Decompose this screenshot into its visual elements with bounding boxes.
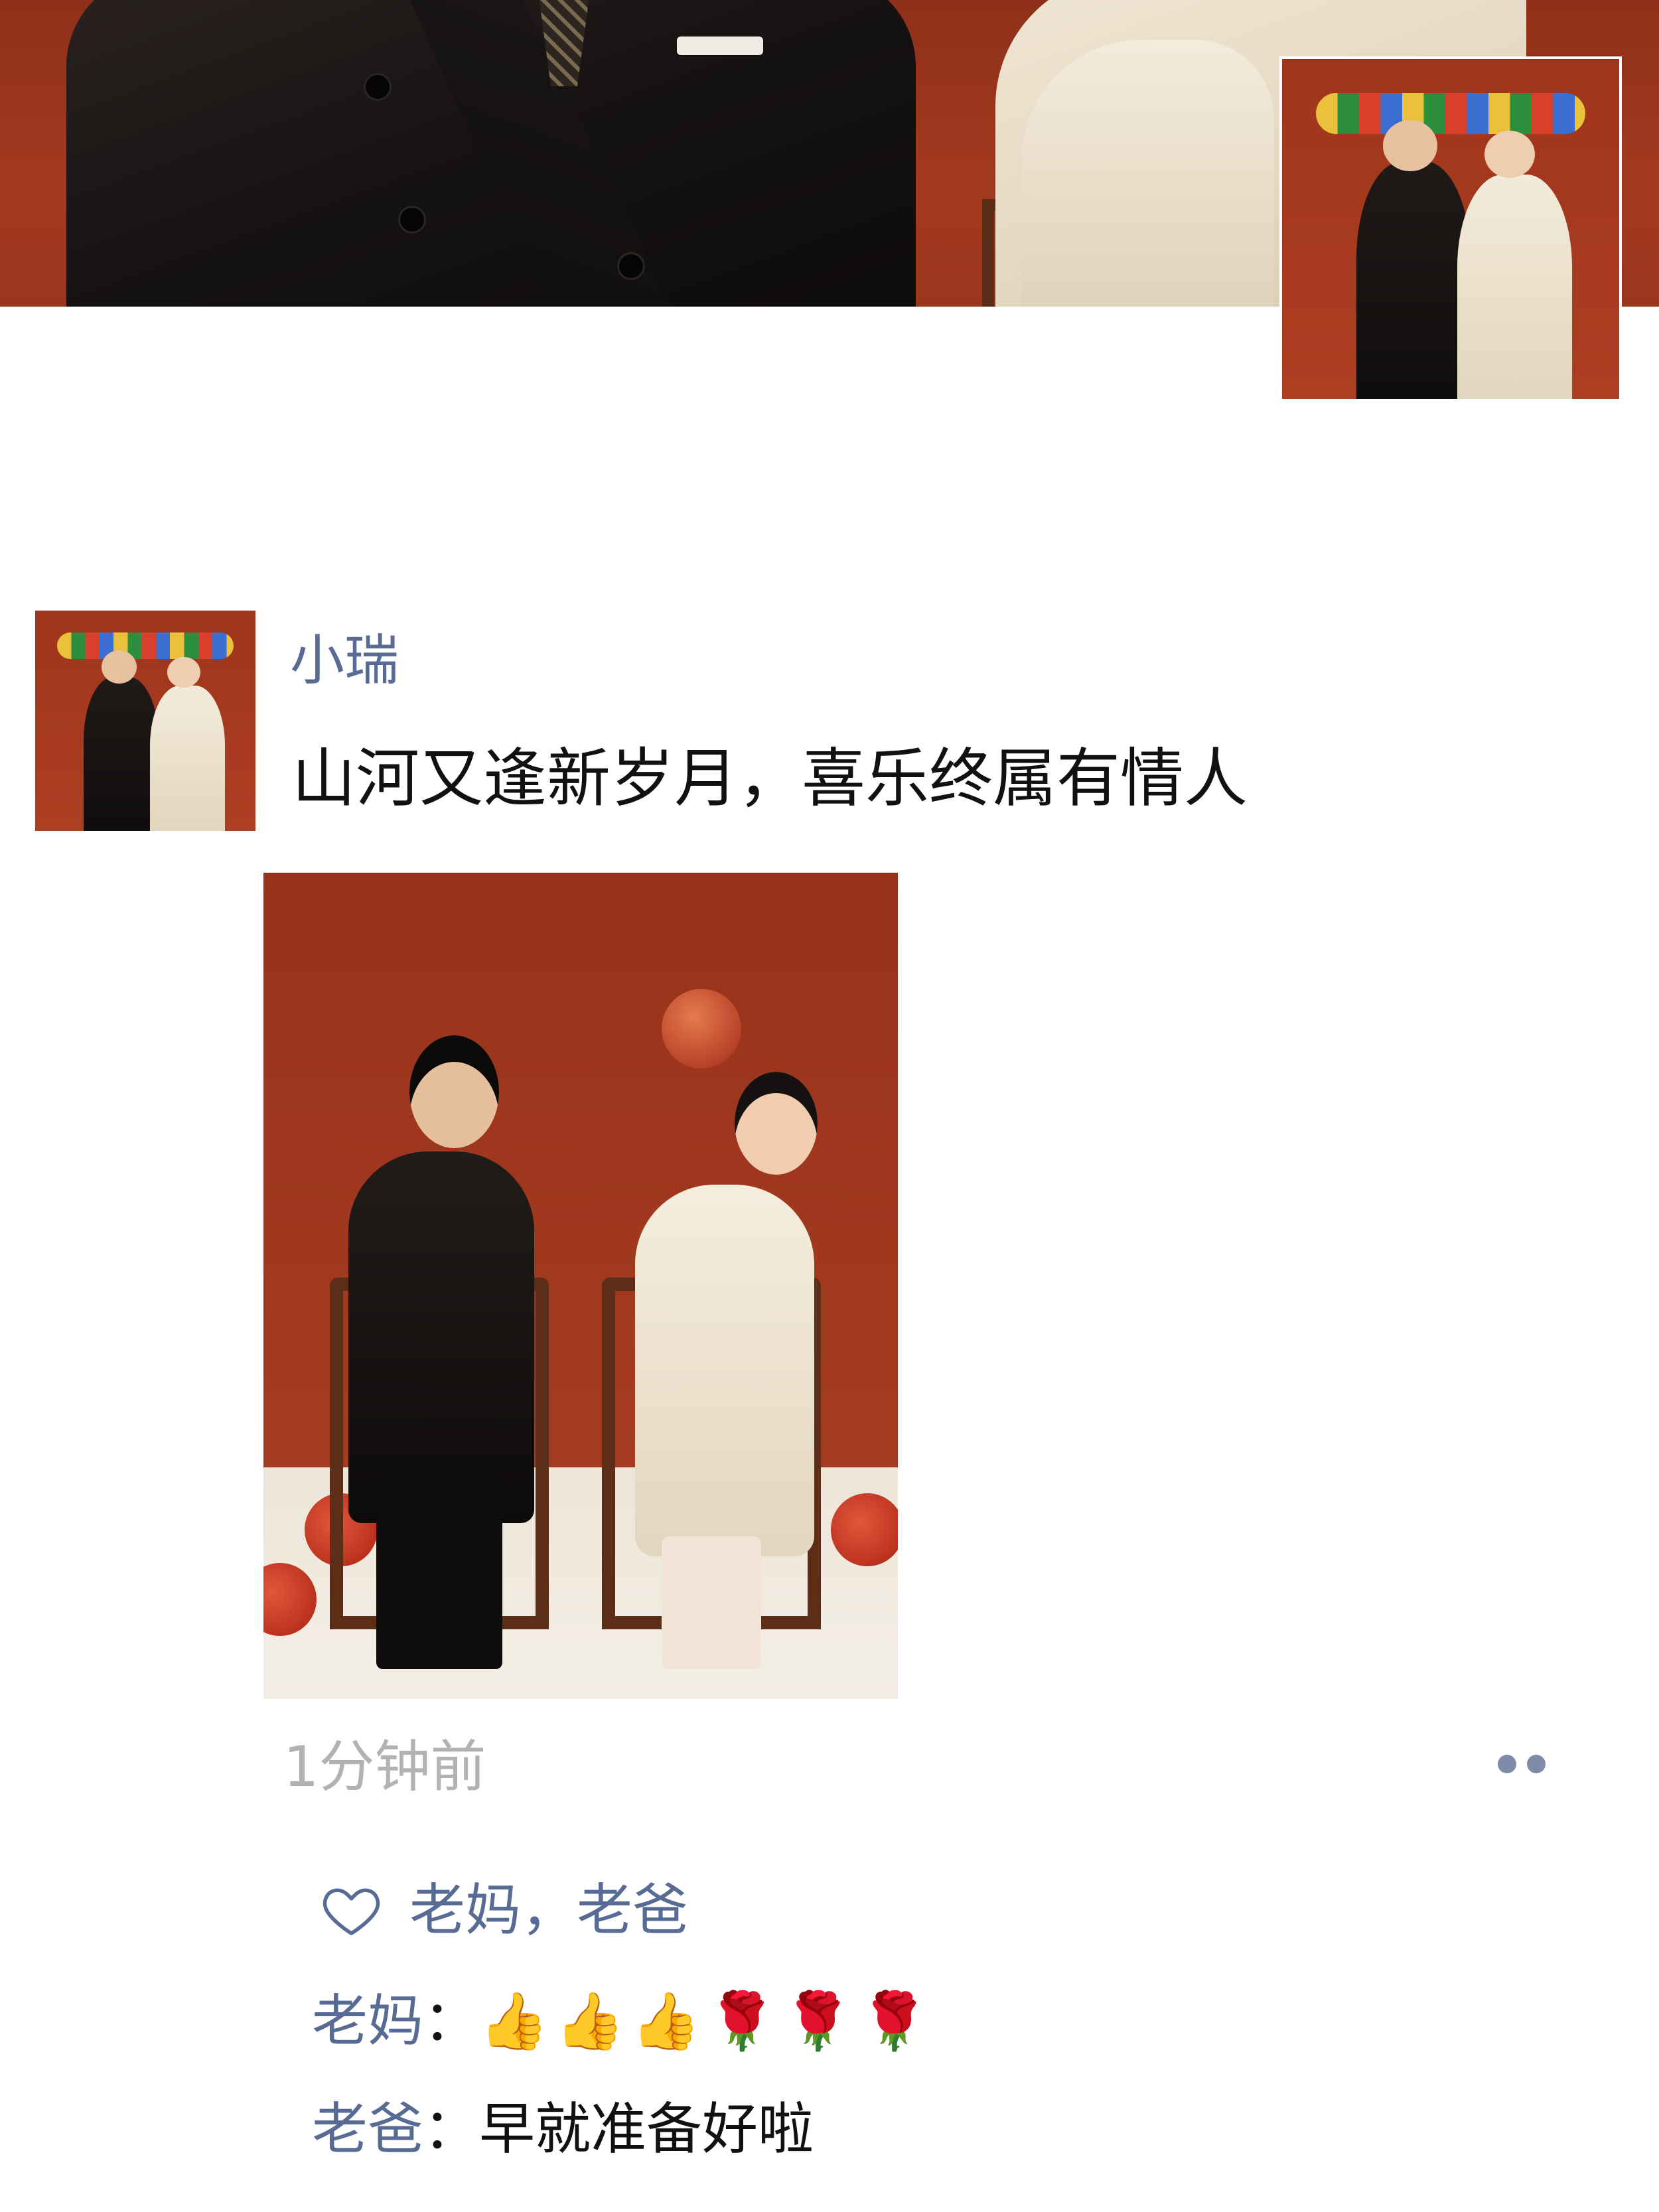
woman-legs bbox=[662, 1536, 761, 1669]
thumbs-up-icon: 👍 bbox=[631, 1988, 701, 2053]
rose-icon: 🌹 bbox=[783, 1988, 853, 2053]
avatar-woman bbox=[149, 685, 225, 831]
avatar-woman bbox=[1457, 175, 1572, 399]
comment-body: 早就准备好啦 bbox=[479, 2097, 814, 2162]
comment-item[interactable]: 老爸 ： 早就准备好啦 bbox=[312, 2101, 814, 2157]
avatar-man-head bbox=[1383, 120, 1437, 171]
cover-pocket-square bbox=[677, 37, 763, 55]
avatar-woman-head bbox=[1484, 130, 1535, 179]
comment-separator: ： bbox=[423, 2097, 480, 2162]
post-text: 山河又逢新岁月，喜乐终属有情人 bbox=[292, 741, 1248, 816]
heart-outline-icon bbox=[323, 1888, 380, 1935]
rose-icon: 🌹 bbox=[859, 1988, 929, 2053]
paper-dragon bbox=[57, 632, 234, 660]
tossed-ball bbox=[662, 989, 741, 1069]
rose-icon: 🌹 bbox=[707, 1988, 777, 2053]
lantern bbox=[831, 1493, 898, 1566]
comment-body: 👍 👍 👍 🌹 🌹 🌹 bbox=[479, 1993, 936, 2049]
post-avatar[interactable] bbox=[35, 611, 255, 831]
more-dots-icon bbox=[1527, 1755, 1546, 1773]
comment-separator: ： bbox=[423, 1988, 480, 2053]
comment-author[interactable]: 老妈 bbox=[312, 1993, 423, 2049]
paper-dragon bbox=[1315, 93, 1586, 134]
post-timestamp: 1分钟前 bbox=[283, 1734, 486, 1799]
woman-figure bbox=[635, 1185, 814, 1556]
avatar-man bbox=[1356, 161, 1471, 399]
cover-dress-sleeve bbox=[1022, 40, 1274, 307]
post-photo[interactable] bbox=[263, 873, 898, 1699]
avatar-man bbox=[84, 676, 159, 831]
woman-head bbox=[735, 1072, 818, 1175]
cover-button bbox=[398, 206, 426, 234]
likes-row: 老妈，老爸 bbox=[320, 1878, 688, 1941]
likes-names[interactable]: 老妈，老爸 bbox=[409, 1882, 688, 1938]
post-username[interactable]: 小瑞 bbox=[290, 634, 399, 688]
thumbs-up-icon: 👍 bbox=[479, 1988, 549, 2053]
profile-avatar-large[interactable] bbox=[1279, 56, 1622, 402]
cover-button bbox=[617, 252, 645, 280]
man-head bbox=[409, 1035, 499, 1148]
avatar-woman-head bbox=[167, 656, 200, 688]
more-options-button[interactable] bbox=[1485, 1744, 1558, 1784]
comment-author[interactable]: 老爸 bbox=[312, 2101, 423, 2157]
man-figure bbox=[348, 1151, 534, 1523]
man-legs bbox=[376, 1470, 502, 1669]
more-dots-icon bbox=[1498, 1755, 1516, 1773]
thumbs-up-icon: 👍 bbox=[555, 1988, 625, 2053]
avatar-man-head bbox=[101, 650, 137, 684]
comment-item[interactable]: 老妈 ： 👍 👍 👍 🌹 🌹 🌹 bbox=[312, 1993, 936, 2049]
cover-button bbox=[364, 73, 392, 101]
